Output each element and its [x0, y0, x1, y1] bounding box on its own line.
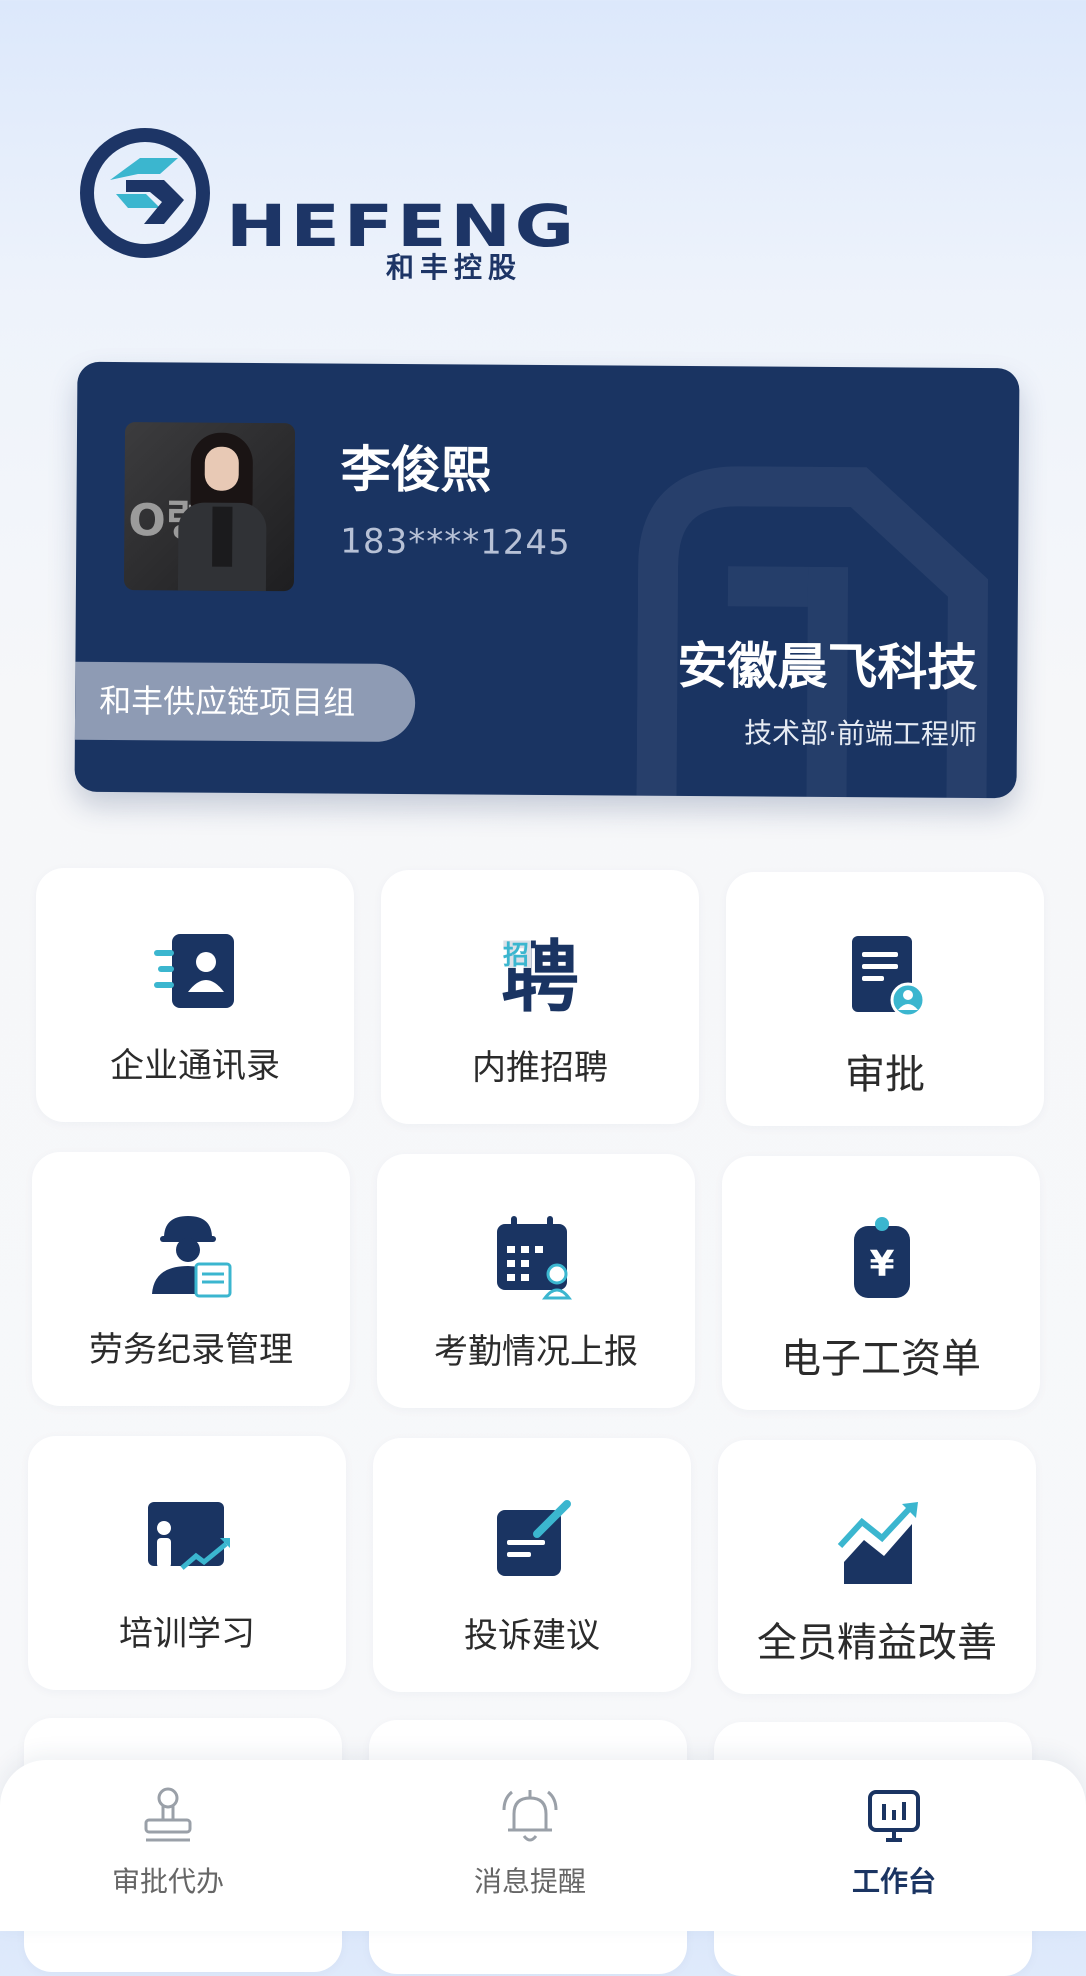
nav-item-workbench[interactable]: 工作台	[794, 1760, 994, 1931]
workbench-icon	[868, 1790, 920, 1842]
app-tile-payslip[interactable]: ¥ 电子工资单	[722, 1156, 1040, 1410]
hefeng-logo-icon	[80, 128, 210, 258]
app-tile-recruit[interactable]: 聘 招 内推招聘	[381, 870, 699, 1124]
approval-doc-icon	[852, 936, 926, 1018]
nav-label: 工作台	[851, 1865, 936, 1898]
user-name: 李俊熙	[340, 440, 491, 500]
app-tile-lean-improvement[interactable]: 全员精益改善	[718, 1440, 1036, 1694]
stamp-icon	[144, 1787, 192, 1842]
recruit-icon: 聘 招	[501, 933, 579, 1018]
app: HEFENG 和丰控股 O령 李俊熙 183****1245 安徽晨飞科技 技术…	[14, 0, 1086, 1976]
app-tile-approval[interactable]: 审批	[726, 872, 1044, 1126]
app-label: 全员精益改善	[757, 1620, 997, 1666]
nav-item-notifications[interactable]: 消息提醒	[430, 1760, 630, 1931]
complaint-icon	[497, 1500, 571, 1576]
yen-glyph: ¥	[869, 1244, 894, 1285]
app-label: 培训学习	[119, 1614, 255, 1654]
department-title: 技术部·前端工程师	[743, 716, 978, 752]
app-tile-labor-records[interactable]: 劳务纪录管理	[32, 1152, 350, 1406]
avatar: O령	[123, 422, 296, 592]
nav-item-approval-todo[interactable]: 审批代办	[68, 1760, 268, 1931]
bottom-nav: 审批代办 消息提醒 工作台	[0, 1760, 1086, 1931]
app-tile-contacts[interactable]: 企业通讯录	[36, 868, 354, 1122]
app-tile-attendance[interactable]: 考勤情况上报	[377, 1154, 695, 1408]
improvement-chart-icon	[837, 1502, 918, 1584]
app-tile-complaint[interactable]: 投诉建议	[373, 1438, 691, 1692]
app-tile-training[interactable]: 培训学习	[28, 1436, 346, 1690]
app-label: 考勤情况上报	[434, 1332, 638, 1372]
app-label: 电子工资单	[781, 1336, 981, 1382]
app-label: 企业通讯录	[110, 1046, 280, 1086]
profile-card[interactable]: O령 李俊熙 183****1245 安徽晨飞科技 技术部·前端工程师 和丰供应…	[74, 361, 1020, 799]
recruit-icon-subchar: 招	[503, 941, 529, 971]
app-label: 审批	[845, 1052, 925, 1098]
logo-chinese-name: 和丰控股	[386, 251, 523, 284]
project-group-badge: 和丰供应链项目组	[74, 661, 416, 743]
training-icon	[148, 1502, 230, 1570]
payslip-icon: ¥	[854, 1217, 910, 1298]
worker-icon	[152, 1216, 232, 1298]
user-phone: 183****1245	[340, 521, 571, 564]
company-name: 安徽晨飞科技	[677, 636, 978, 698]
app-label: 投诉建议	[464, 1616, 600, 1656]
contacts-icon	[154, 934, 234, 1008]
app-label: 内推招聘	[472, 1048, 608, 1088]
attendance-calendar-icon	[497, 1216, 573, 1300]
nav-label: 审批代办	[111, 1865, 224, 1898]
company-logo: HEFENG 和丰控股	[80, 128, 574, 284]
bell-icon	[502, 1790, 558, 1842]
app-label: 劳务纪录管理	[89, 1330, 293, 1370]
nav-label: 消息提醒	[473, 1865, 586, 1898]
